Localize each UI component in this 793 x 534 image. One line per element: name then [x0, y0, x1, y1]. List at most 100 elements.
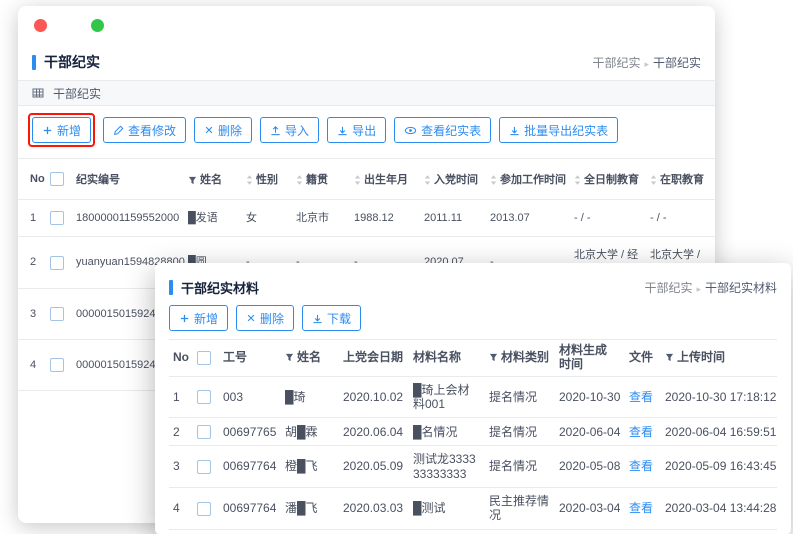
col-name[interactable]: 姓名: [281, 340, 339, 377]
col-gender[interactable]: 性别: [242, 159, 292, 200]
col-upload-time[interactable]: 上传时间: [661, 340, 777, 377]
download-icon: [312, 313, 323, 324]
sort-icon[interactable]: [574, 175, 581, 185]
col-employee-id[interactable]: 工号: [219, 340, 281, 377]
col-select: [46, 159, 72, 200]
section-bar: 干部纪实: [18, 80, 715, 106]
row-checkbox[interactable]: [197, 502, 211, 516]
view-record-sheet-button[interactable]: 查看纪实表: [394, 117, 491, 143]
download-button[interactable]: 下载: [302, 305, 361, 331]
add-button[interactable]: 新增: [32, 117, 91, 143]
sort-icon[interactable]: [246, 175, 253, 185]
add-button[interactable]: 新增: [169, 305, 228, 331]
table-row: 5 00000150 糖█圆 2019.10.30 某█会议纪要 提名情况 20…: [169, 529, 777, 534]
col-material-type[interactable]: 材料类别: [485, 340, 555, 377]
screenshot-canvas: 干部纪实 干部纪实 ▸ 干部纪实 干部纪实 新增 查看修改: [0, 0, 793, 534]
row-checkbox[interactable]: [50, 307, 64, 321]
row-checkbox[interactable]: [50, 211, 64, 225]
title-accent-bar: [169, 280, 173, 295]
page-title-text: 干部纪实: [44, 52, 100, 72]
download-icon: [509, 125, 520, 136]
plus-icon: [179, 313, 190, 324]
col-meeting-date[interactable]: 上党会日期: [339, 340, 409, 377]
col-birth-date[interactable]: 出生年月: [350, 159, 420, 200]
close-icon: [246, 313, 256, 323]
page-title: 干部纪实: [32, 52, 100, 72]
view-file-link[interactable]: 查看: [629, 501, 653, 515]
sort-icon[interactable]: [296, 175, 303, 185]
row-checkbox[interactable]: [50, 256, 64, 270]
sort-icon[interactable]: [490, 175, 497, 185]
col-name[interactable]: 姓名: [184, 159, 242, 200]
maximize-window-dot[interactable]: [91, 19, 104, 32]
materials-title: 干部纪实材料: [169, 278, 259, 297]
view-file-link[interactable]: 查看: [629, 425, 653, 439]
row-checkbox[interactable]: [50, 358, 64, 372]
materials-table: No 工号 姓名 上党会日期 材料名称 材料类别 材料生成时间 文件 上传时间: [169, 339, 777, 534]
col-no: No: [18, 159, 46, 200]
table-grid-icon: [32, 87, 44, 99]
col-select: [193, 340, 219, 377]
view-edit-button[interactable]: 查看修改: [103, 117, 186, 143]
edit-icon: [113, 125, 124, 136]
table-row: 1 18000001159552000 █发语 女 北京市 1988.12 20…: [18, 200, 715, 237]
col-fulltime-education[interactable]: 全日制教育: [570, 159, 646, 200]
export-button[interactable]: 导出: [327, 117, 386, 143]
col-file: 文件: [625, 340, 661, 377]
breadcrumb-separator-icon: ▸: [644, 59, 649, 69]
annotation-highlight-box: 新增: [28, 113, 95, 147]
breadcrumb: 干部纪实▸干部纪实: [592, 54, 701, 71]
breadcrumb-current: 干部纪实材料: [705, 281, 777, 295]
eye-icon: [404, 125, 417, 136]
select-all-checkbox[interactable]: [50, 172, 64, 186]
main-toolbar: 新增 查看修改 删除 导入 导出 查看纪实表: [18, 106, 715, 154]
col-generate-time[interactable]: 材料生成时间: [555, 340, 625, 377]
table-header-row: No 纪实编号 姓名 性别 籍贯 出生年月: [18, 159, 715, 200]
materials-panel: 干部纪实材料 干部纪实 ▸ 干部纪实材料 新增 删除 下载: [155, 263, 791, 534]
filter-funnel-icon[interactable]: [285, 353, 294, 362]
view-file-link[interactable]: 查看: [629, 390, 653, 404]
table-row: 4 00697764 潘█飞 2020.03.03 █测试 民主推荐情况 202…: [169, 487, 777, 529]
import-button[interactable]: 导入: [260, 117, 319, 143]
filter-funnel-icon[interactable]: [665, 353, 674, 362]
filter-funnel-icon[interactable]: [489, 353, 498, 362]
window-titlebar: [18, 6, 715, 44]
table-row: 1 003 █琦 2020.10.02 █琦上会材料001 提名情况 2020-…: [169, 376, 777, 418]
table-row: 2 00697765 胡█霖 2020.06.04 █名情况 提名情况 2020…: [169, 418, 777, 446]
materials-toolbar: 新增 删除 下载: [169, 299, 777, 331]
view-file-link[interactable]: 查看: [629, 459, 653, 473]
delete-button[interactable]: 删除: [236, 305, 294, 331]
page-header: 干部纪实 干部纪实▸干部纪实: [18, 44, 715, 80]
row-checkbox[interactable]: [197, 425, 211, 439]
sort-icon[interactable]: [650, 175, 657, 185]
select-all-checkbox[interactable]: [197, 351, 211, 365]
plus-icon: [42, 125, 53, 136]
section-title: 干部纪实: [53, 85, 101, 102]
col-record-id[interactable]: 纪实编号: [72, 159, 184, 200]
download-icon: [337, 125, 348, 136]
bulk-export-record-sheet-button[interactable]: 批量导出纪实表: [499, 117, 618, 143]
breadcrumb-parent[interactable]: 干部纪实: [592, 56, 640, 70]
col-native-place[interactable]: 籍贯: [292, 159, 350, 200]
materials-header: 干部纪实材料 干部纪实 ▸ 干部纪实材料: [169, 275, 777, 299]
col-party-join-date[interactable]: 入党时间: [420, 159, 486, 200]
materials-title-text: 干部纪实材料: [181, 278, 259, 297]
materials-breadcrumb: 干部纪实 ▸ 干部纪实材料: [644, 279, 777, 296]
col-onjob-education[interactable]: 在职教育: [646, 159, 715, 200]
delete-button[interactable]: 删除: [194, 117, 252, 143]
breadcrumb-separator-icon: ▸: [696, 284, 701, 294]
col-no: No: [169, 340, 193, 377]
col-material-name[interactable]: 材料名称: [409, 340, 485, 377]
row-checkbox[interactable]: [197, 390, 211, 404]
col-work-start-date[interactable]: 参加工作时间: [486, 159, 570, 200]
title-accent-bar: [32, 55, 36, 70]
filter-funnel-icon[interactable]: [188, 176, 197, 185]
breadcrumb-parent[interactable]: 干部纪实: [644, 281, 692, 295]
close-window-dot[interactable]: [34, 19, 47, 32]
sort-icon[interactable]: [354, 175, 361, 185]
row-checkbox[interactable]: [197, 460, 211, 474]
upload-icon: [270, 125, 281, 136]
table-row: 3 00697764 橙█飞 2020.05.09 测试龙33333333333…: [169, 446, 777, 488]
sort-icon[interactable]: [424, 175, 431, 185]
table-header-row: No 工号 姓名 上党会日期 材料名称 材料类别 材料生成时间 文件 上传时间: [169, 340, 777, 377]
